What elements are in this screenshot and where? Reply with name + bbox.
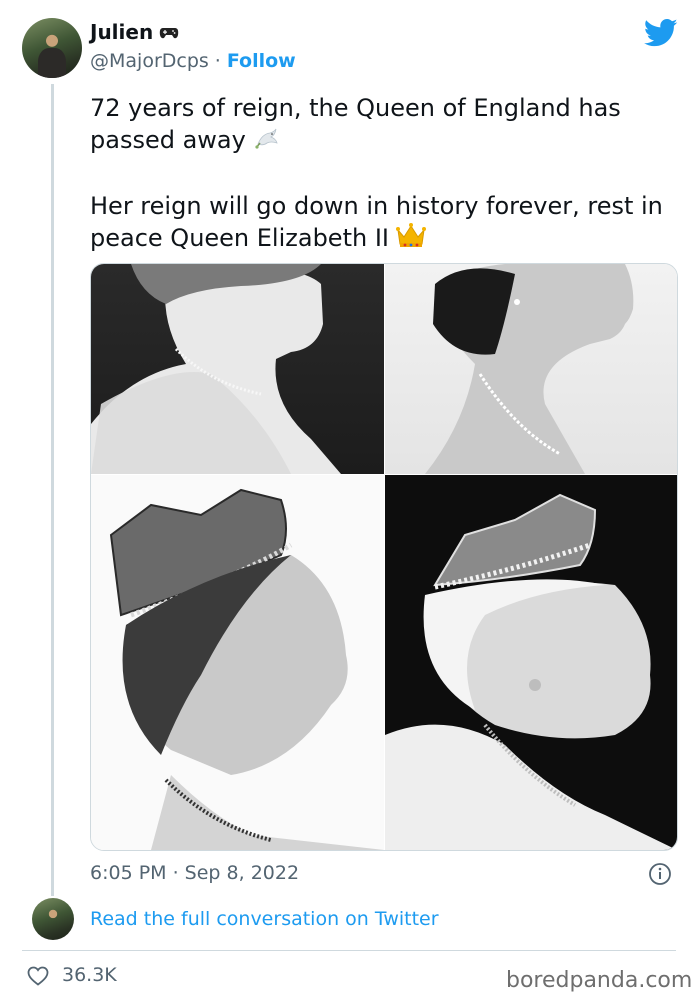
dove-emoji [252,124,280,160]
tweet-line-1: 72 years of reign, the Queen of England … [90,92,680,160]
name-row: Julien [90,20,179,44]
tweet-media[interactable] [90,263,678,851]
avatar[interactable] [22,18,82,78]
photo-young-queen-necklace[interactable] [385,264,677,474]
tweet-line-2: Her reign will go down in history foreve… [90,190,680,258]
twitter-bird-icon[interactable] [643,18,678,48]
like-count: 36.3K [62,964,117,986]
reply-avatar[interactable] [32,898,74,940]
tweet-timestamp[interactable]: 6:05 PM · Sep 8, 2022 [90,862,299,884]
user-handle[interactable]: @MajorDcps [90,50,209,72]
photo-crowned-queen-elder[interactable] [385,475,677,850]
photo-crowned-queen-young[interactable] [91,475,384,850]
tweet-card: Julien @MajorDcps · Follow 72 years of r… [0,0,700,1003]
crown-emoji [395,222,427,258]
info-icon[interactable] [648,862,672,886]
watermark: boredpanda.com [506,968,693,993]
heart-icon[interactable] [26,964,50,988]
photo-young-profile[interactable] [91,264,384,474]
tweet-text: 72 years of reign, the Queen of England … [90,92,680,258]
separator-dot: · [214,50,221,72]
thread-line [51,84,54,896]
follow-button[interactable]: Follow [227,50,296,72]
user-name[interactable]: Julien [90,20,153,44]
gamepad-icon [159,25,179,39]
read-conversation-link[interactable]: Read the full conversation on Twitter [90,908,439,930]
handle-row: @MajorDcps · Follow [90,50,296,72]
divider [22,950,676,951]
